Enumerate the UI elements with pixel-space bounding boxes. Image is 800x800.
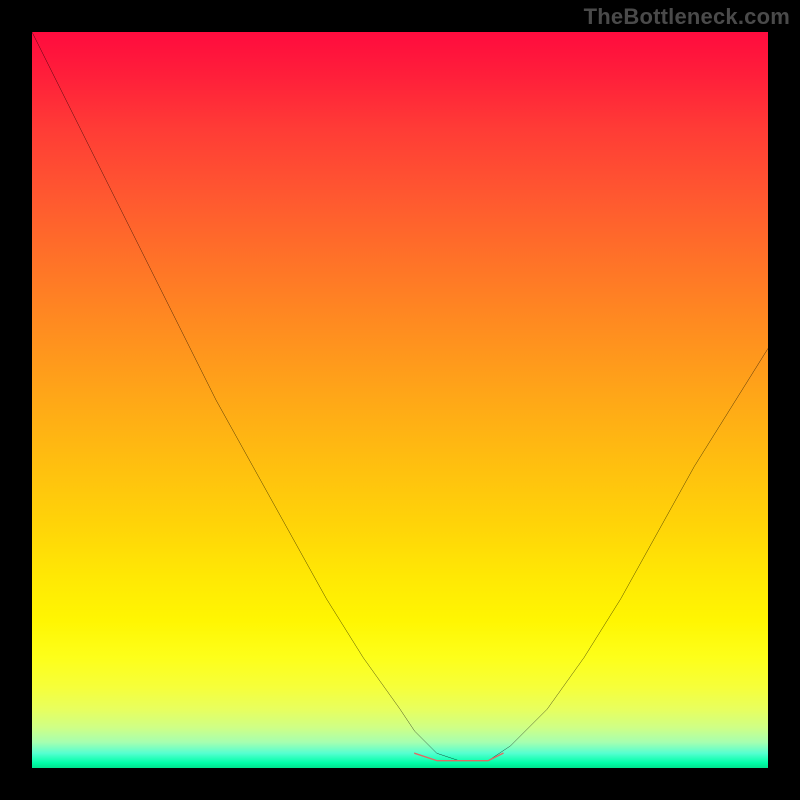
heat-gradient-background: [32, 32, 768, 768]
chart-frame: TheBottleneck.com: [0, 0, 800, 800]
watermark-text: TheBottleneck.com: [584, 4, 790, 30]
plot-area: [32, 32, 768, 768]
